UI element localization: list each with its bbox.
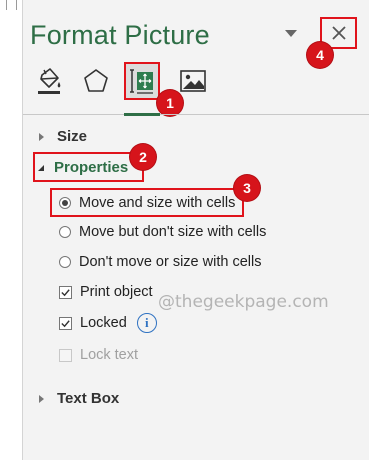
watermark: @thegeekpage.com bbox=[158, 292, 329, 312]
checkbox-locked-label: Locked bbox=[80, 315, 127, 331]
radio-move-no-size[interactable]: Move but don't size with cells bbox=[59, 224, 266, 240]
column-divider bbox=[6, 0, 7, 10]
section-properties[interactable]: Properties bbox=[38, 159, 128, 176]
pane-title: Format Picture bbox=[30, 20, 210, 50]
radio-button[interactable] bbox=[59, 256, 71, 268]
section-text-box-label: Text Box bbox=[57, 390, 120, 407]
section-size-label: Size bbox=[57, 128, 88, 145]
tab-size-properties[interactable] bbox=[124, 62, 160, 100]
fill-line-icon bbox=[38, 68, 61, 94]
radio-move-no-size-label: Move but don't size with cells bbox=[79, 224, 267, 240]
annotation-badge-3: 3 bbox=[234, 175, 260, 201]
checkbox-lock-text-label: Lock text bbox=[80, 347, 139, 363]
checkbox-locked[interactable]: Locked i bbox=[59, 313, 157, 333]
section-size[interactable]: Size bbox=[39, 128, 87, 145]
annotation-badge-2: 2 bbox=[130, 144, 156, 170]
worksheet-edge bbox=[0, 0, 23, 460]
radio-dont-move[interactable]: Don't move or size with cells bbox=[59, 254, 261, 270]
radio-move-and-size[interactable]: Move and size with cells bbox=[59, 195, 235, 211]
tabs-divider bbox=[23, 114, 369, 115]
picture-icon bbox=[180, 70, 206, 92]
column-divider bbox=[16, 0, 17, 10]
annotation-badge-4: 4 bbox=[307, 42, 333, 68]
info-icon[interactable]: i bbox=[136, 313, 157, 333]
checkbox-print-object-label: Print object bbox=[80, 284, 153, 300]
chevron-down-icon[interactable] bbox=[285, 30, 297, 37]
checkbox[interactable] bbox=[59, 285, 72, 299]
radio-button[interactable] bbox=[59, 197, 71, 209]
collapse-arrow-icon bbox=[38, 164, 44, 171]
radio-button[interactable] bbox=[59, 226, 71, 238]
effects-icon bbox=[84, 69, 108, 92]
checkmark-icon bbox=[61, 288, 70, 296]
checkbox[interactable] bbox=[59, 316, 72, 330]
radio-move-and-size-label: Move and size with cells bbox=[79, 195, 236, 211]
tab-effects[interactable] bbox=[78, 62, 114, 100]
section-properties-label: Properties bbox=[54, 159, 129, 176]
expand-arrow-icon bbox=[39, 132, 44, 141]
section-text-box[interactable]: Text Box bbox=[39, 390, 119, 407]
checkbox-print-object[interactable]: Print object bbox=[59, 284, 153, 300]
checkbox bbox=[59, 348, 72, 362]
checkbox-lock-text: Lock text bbox=[59, 347, 138, 363]
tab-fill-line[interactable] bbox=[31, 62, 67, 100]
checkmark-icon bbox=[61, 319, 70, 327]
tab-picture[interactable] bbox=[175, 62, 211, 100]
radio-dont-move-label: Don't move or size with cells bbox=[79, 254, 262, 270]
format-picture-pane: Format Picture 4 1 Size Properties 2 3 M… bbox=[23, 0, 369, 460]
active-tab-indicator bbox=[124, 113, 160, 116]
expand-arrow-icon bbox=[39, 394, 44, 403]
size-properties-icon bbox=[130, 69, 153, 94]
close-icon bbox=[331, 26, 346, 40]
